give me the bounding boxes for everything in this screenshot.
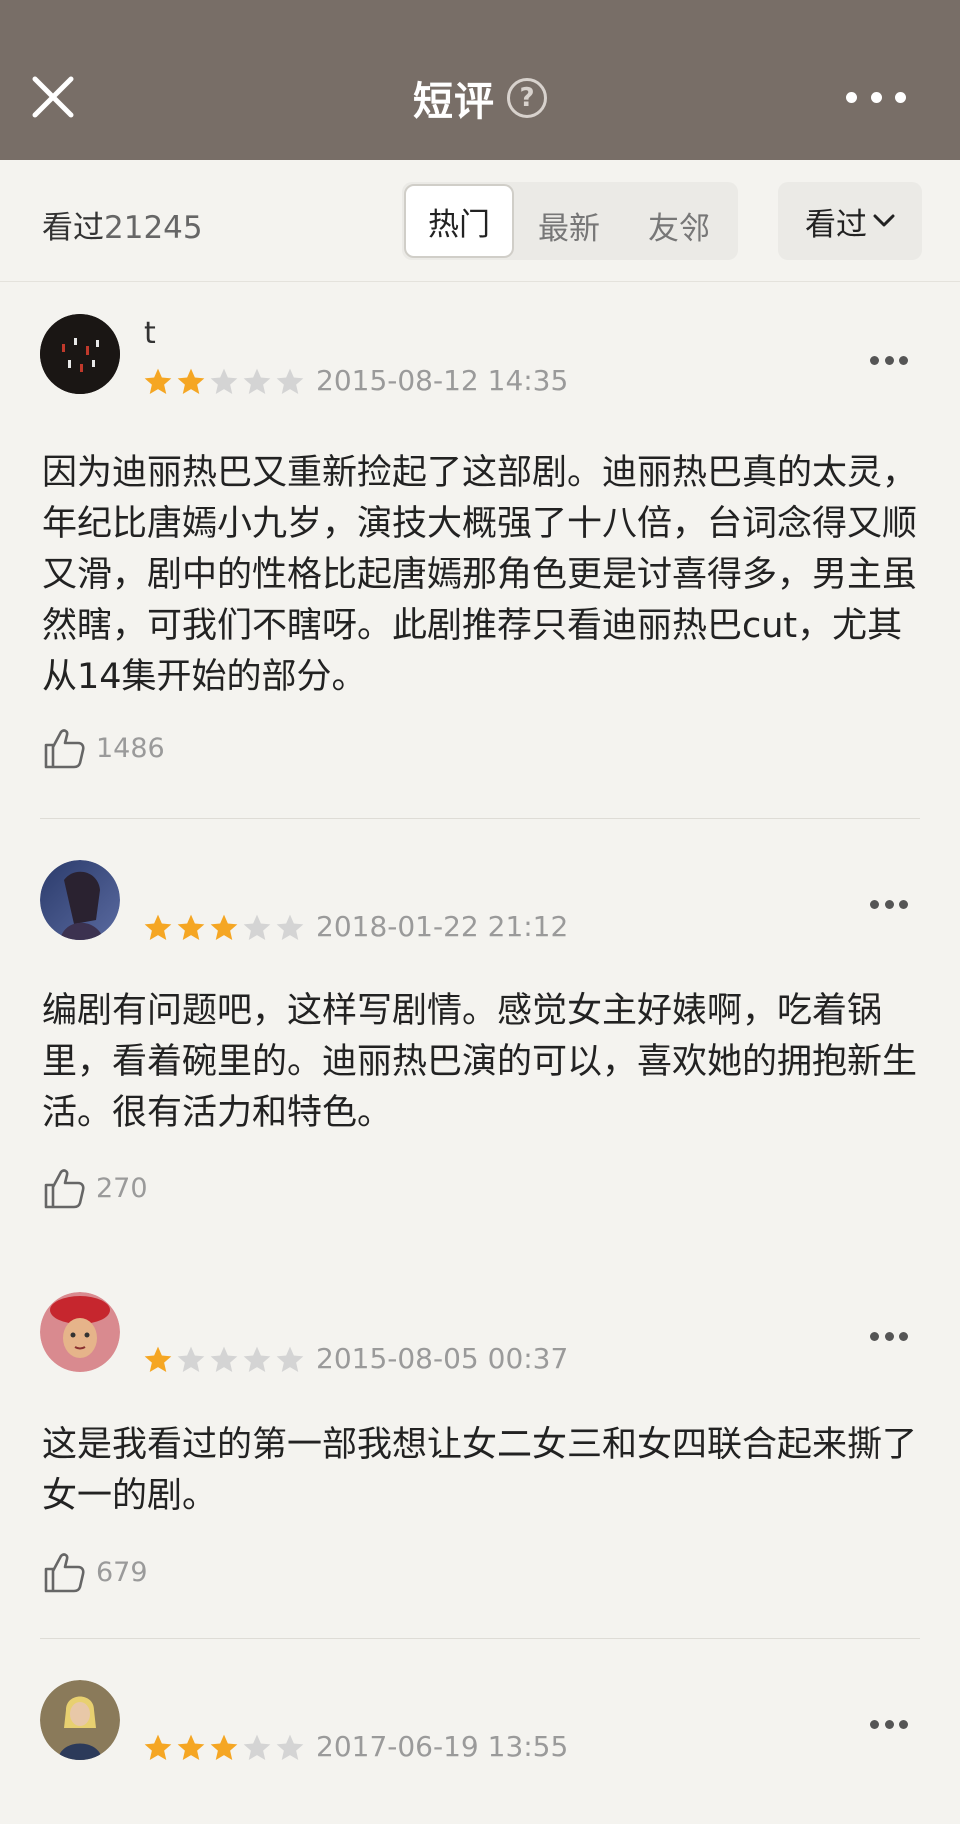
- star-rating: [142, 366, 307, 398]
- review-date: 2017-06-19 13:55: [316, 1730, 569, 1763]
- avatar[interactable]: [40, 860, 120, 940]
- star-empty-icon: [243, 1734, 271, 1760]
- dot: [895, 91, 906, 103]
- review-more-icon[interactable]: [870, 899, 908, 909]
- review-more-icon[interactable]: [870, 1719, 908, 1729]
- star-filled-icon: [210, 1734, 238, 1760]
- star-empty-icon: [276, 368, 304, 394]
- seen-label: 看过: [42, 210, 104, 246]
- title-wrap: 短评 ?: [0, 72, 960, 125]
- help-icon[interactable]: ?: [507, 78, 547, 118]
- dot: [870, 899, 879, 909]
- star-empty-icon: [243, 914, 271, 940]
- like-count: 270: [96, 1172, 148, 1204]
- star-empty-icon: [243, 368, 271, 394]
- status-dropdown-label: 看过: [805, 206, 867, 243]
- avatar-image: [40, 314, 120, 394]
- review-date: 2015-08-05 00:37: [316, 1342, 569, 1375]
- tab-hot[interactable]: 热门: [404, 184, 514, 258]
- tab-latest[interactable]: 最新: [514, 190, 624, 260]
- dot: [870, 91, 882, 103]
- tab-friends[interactable]: 友邻: [624, 190, 734, 260]
- thumbs-up-icon: [44, 729, 85, 769]
- review-text: 因为迪丽热巴又重新捡起了这部剧。迪丽热巴真的太灵，年纪比唐嫣小九岁，演技大概强了…: [42, 453, 918, 697]
- star-filled-icon: [177, 914, 205, 940]
- like-count: 679: [96, 1556, 148, 1588]
- thumbs-up-icon: [44, 1553, 85, 1593]
- review-more-icon[interactable]: [870, 1331, 908, 1341]
- star-rating: [142, 912, 307, 944]
- dot: [884, 1331, 894, 1341]
- review-text: 这是我看过的第一部我想让女二女三和女四联合起来撕了女一的剧。: [42, 1425, 918, 1516]
- avatar-image: [40, 1680, 120, 1760]
- dot: [899, 1331, 908, 1341]
- dot: [870, 355, 879, 365]
- dot: [899, 1719, 908, 1729]
- review-text: 编剧有问题吧，这样写剧情。感觉女主好婊啊，吃着锅里，看着碗里的。迪丽热巴演的可以…: [42, 991, 918, 1133]
- seen-number: 21245: [104, 210, 203, 246]
- dot: [884, 1719, 894, 1729]
- avatar-image: [40, 860, 120, 940]
- like-button[interactable]: 1486: [42, 726, 165, 770]
- dot: [899, 355, 908, 365]
- star-rating: [142, 1344, 307, 1376]
- thumbs-up-icon: [44, 1169, 85, 1209]
- star-empty-icon: [177, 1346, 205, 1372]
- review-date: 2018-01-22 21:12: [316, 910, 569, 943]
- star-rating: [142, 1732, 307, 1764]
- star-empty-icon: [243, 1346, 271, 1372]
- star-filled-icon: [144, 1346, 172, 1372]
- dot: [870, 1331, 879, 1341]
- seen-count: 看过21245: [42, 202, 203, 247]
- star-empty-icon: [276, 914, 304, 940]
- divider: [40, 1638, 920, 1639]
- sort-tabs: 热门 最新 友邻: [402, 182, 738, 260]
- star-filled-icon: [210, 914, 238, 940]
- star-filled-icon: [144, 368, 172, 394]
- top-bar: 短评 ?: [0, 0, 960, 160]
- avatar[interactable]: [40, 1680, 120, 1760]
- star-filled-icon: [177, 368, 205, 394]
- avatar[interactable]: [40, 1292, 120, 1372]
- star-filled-icon: [177, 1734, 205, 1760]
- review-more-icon[interactable]: [870, 355, 908, 365]
- dot: [870, 1719, 879, 1729]
- dot: [846, 91, 857, 103]
- star-empty-icon: [276, 1346, 304, 1372]
- star-empty-icon: [210, 368, 238, 394]
- dot: [884, 355, 894, 365]
- star-empty-icon: [276, 1734, 304, 1760]
- divider: [40, 818, 920, 819]
- filter-bar: 看过21245 热门 最新 友邻 看过: [0, 160, 960, 282]
- chevron-down-icon: [873, 214, 895, 227]
- status-dropdown[interactable]: 看过: [778, 182, 922, 260]
- dot: [884, 899, 894, 909]
- like-button[interactable]: 270: [42, 1166, 148, 1210]
- like-button[interactable]: 679: [42, 1550, 148, 1594]
- page-title: 短评: [413, 79, 495, 125]
- star-empty-icon: [210, 1346, 238, 1372]
- avatar-image: [40, 1292, 120, 1372]
- more-icon[interactable]: [846, 90, 906, 104]
- review-date: 2015-08-12 14:35: [316, 364, 569, 397]
- star-filled-icon: [144, 1734, 172, 1760]
- avatar[interactable]: [40, 314, 120, 394]
- star-filled-icon: [144, 914, 172, 940]
- dot: [899, 899, 908, 909]
- like-count: 1486: [96, 732, 165, 764]
- username[interactable]: t: [144, 316, 156, 351]
